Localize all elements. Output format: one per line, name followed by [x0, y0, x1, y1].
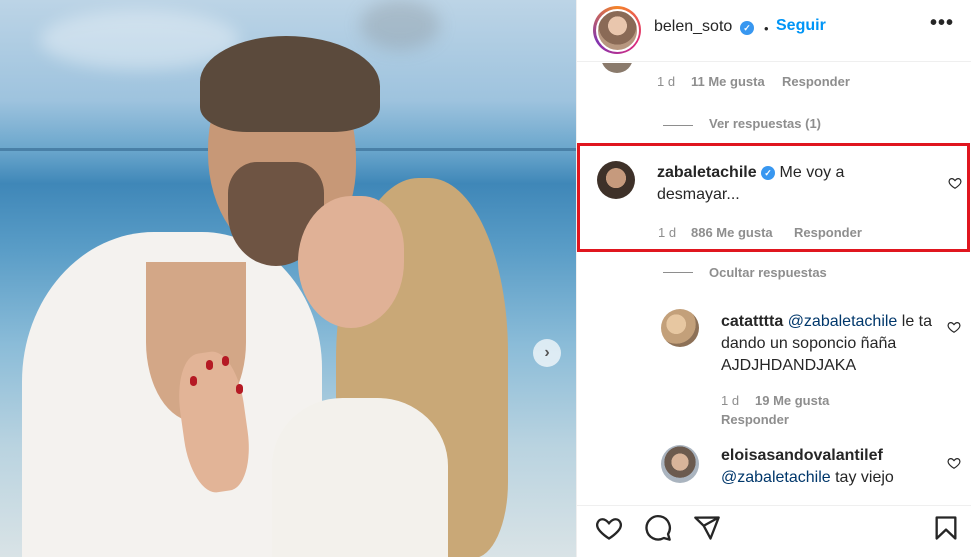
reply-button[interactable]: Responder — [794, 225, 862, 240]
comment-mention[interactable]: @zabaletachile — [721, 469, 831, 486]
comment-username[interactable]: catatttta — [721, 313, 783, 330]
follow-button[interactable]: Seguir — [776, 17, 826, 35]
comments-list[interactable]: 1 d 11 Me gusta Responder Ver respuestas… — [577, 63, 971, 505]
like-comment-heart-icon[interactable] — [947, 456, 961, 470]
more-options-icon[interactable]: ••• — [930, 12, 954, 35]
comment-time: 1 d — [657, 74, 676, 89]
avatar[interactable] — [597, 161, 635, 199]
heart-icon[interactable] — [595, 514, 623, 542]
post-actions-bar — [577, 505, 971, 557]
verified-badge-icon: ✓ — [740, 21, 754, 35]
comment-time: 1 d — [721, 393, 740, 408]
avatar[interactable] — [661, 445, 699, 483]
post-sidebar: belen_soto ✓ • Seguir ••• 1 d 11 Me gust… — [576, 0, 971, 557]
avatar[interactable] — [661, 309, 699, 347]
like-comment-heart-icon[interactable] — [948, 176, 962, 190]
bookmark-icon[interactable] — [932, 514, 960, 542]
comment-icon[interactable] — [644, 514, 672, 542]
next-image-button[interactable]: › — [533, 339, 561, 367]
comment-likes[interactable]: 19 Me gusta — [755, 393, 829, 408]
post-image[interactable]: › — [0, 0, 576, 557]
author-username[interactable]: belen_soto — [654, 18, 732, 36]
view-replies-button[interactable]: Ver respuestas (1) — [709, 116, 821, 131]
share-icon[interactable] — [693, 514, 721, 542]
comment-mention[interactable]: @zabaletachile — [788, 313, 898, 330]
comment-time: 1 d — [658, 225, 677, 240]
like-comment-heart-icon[interactable] — [947, 320, 961, 334]
comment-text: tay viejo — [835, 469, 894, 486]
verified-badge-icon: ✓ — [761, 166, 776, 180]
author-avatar[interactable] — [593, 6, 641, 54]
avatar — [601, 63, 633, 73]
reply-button[interactable]: Responder — [721, 412, 789, 427]
comment-likes[interactable]: 11 Me gusta — [691, 74, 765, 89]
separator-dot: • — [764, 21, 769, 36]
comment-username[interactable]: eloisasandovalantilef — [721, 447, 883, 464]
comment-likes[interactable]: 886 Me gusta — [691, 225, 773, 240]
hide-replies-button[interactable]: Ocultar respuestas — [709, 265, 827, 280]
comment-username[interactable]: zabaletachile — [657, 164, 757, 181]
post-header: belen_soto ✓ • Seguir ••• — [577, 0, 971, 62]
reply-button[interactable]: Responder — [782, 74, 850, 89]
highlighted-comment: zabaletachile ✓ Me voy a desmayar... 1 d… — [577, 143, 970, 252]
chevron-right-icon: › — [544, 344, 550, 361]
